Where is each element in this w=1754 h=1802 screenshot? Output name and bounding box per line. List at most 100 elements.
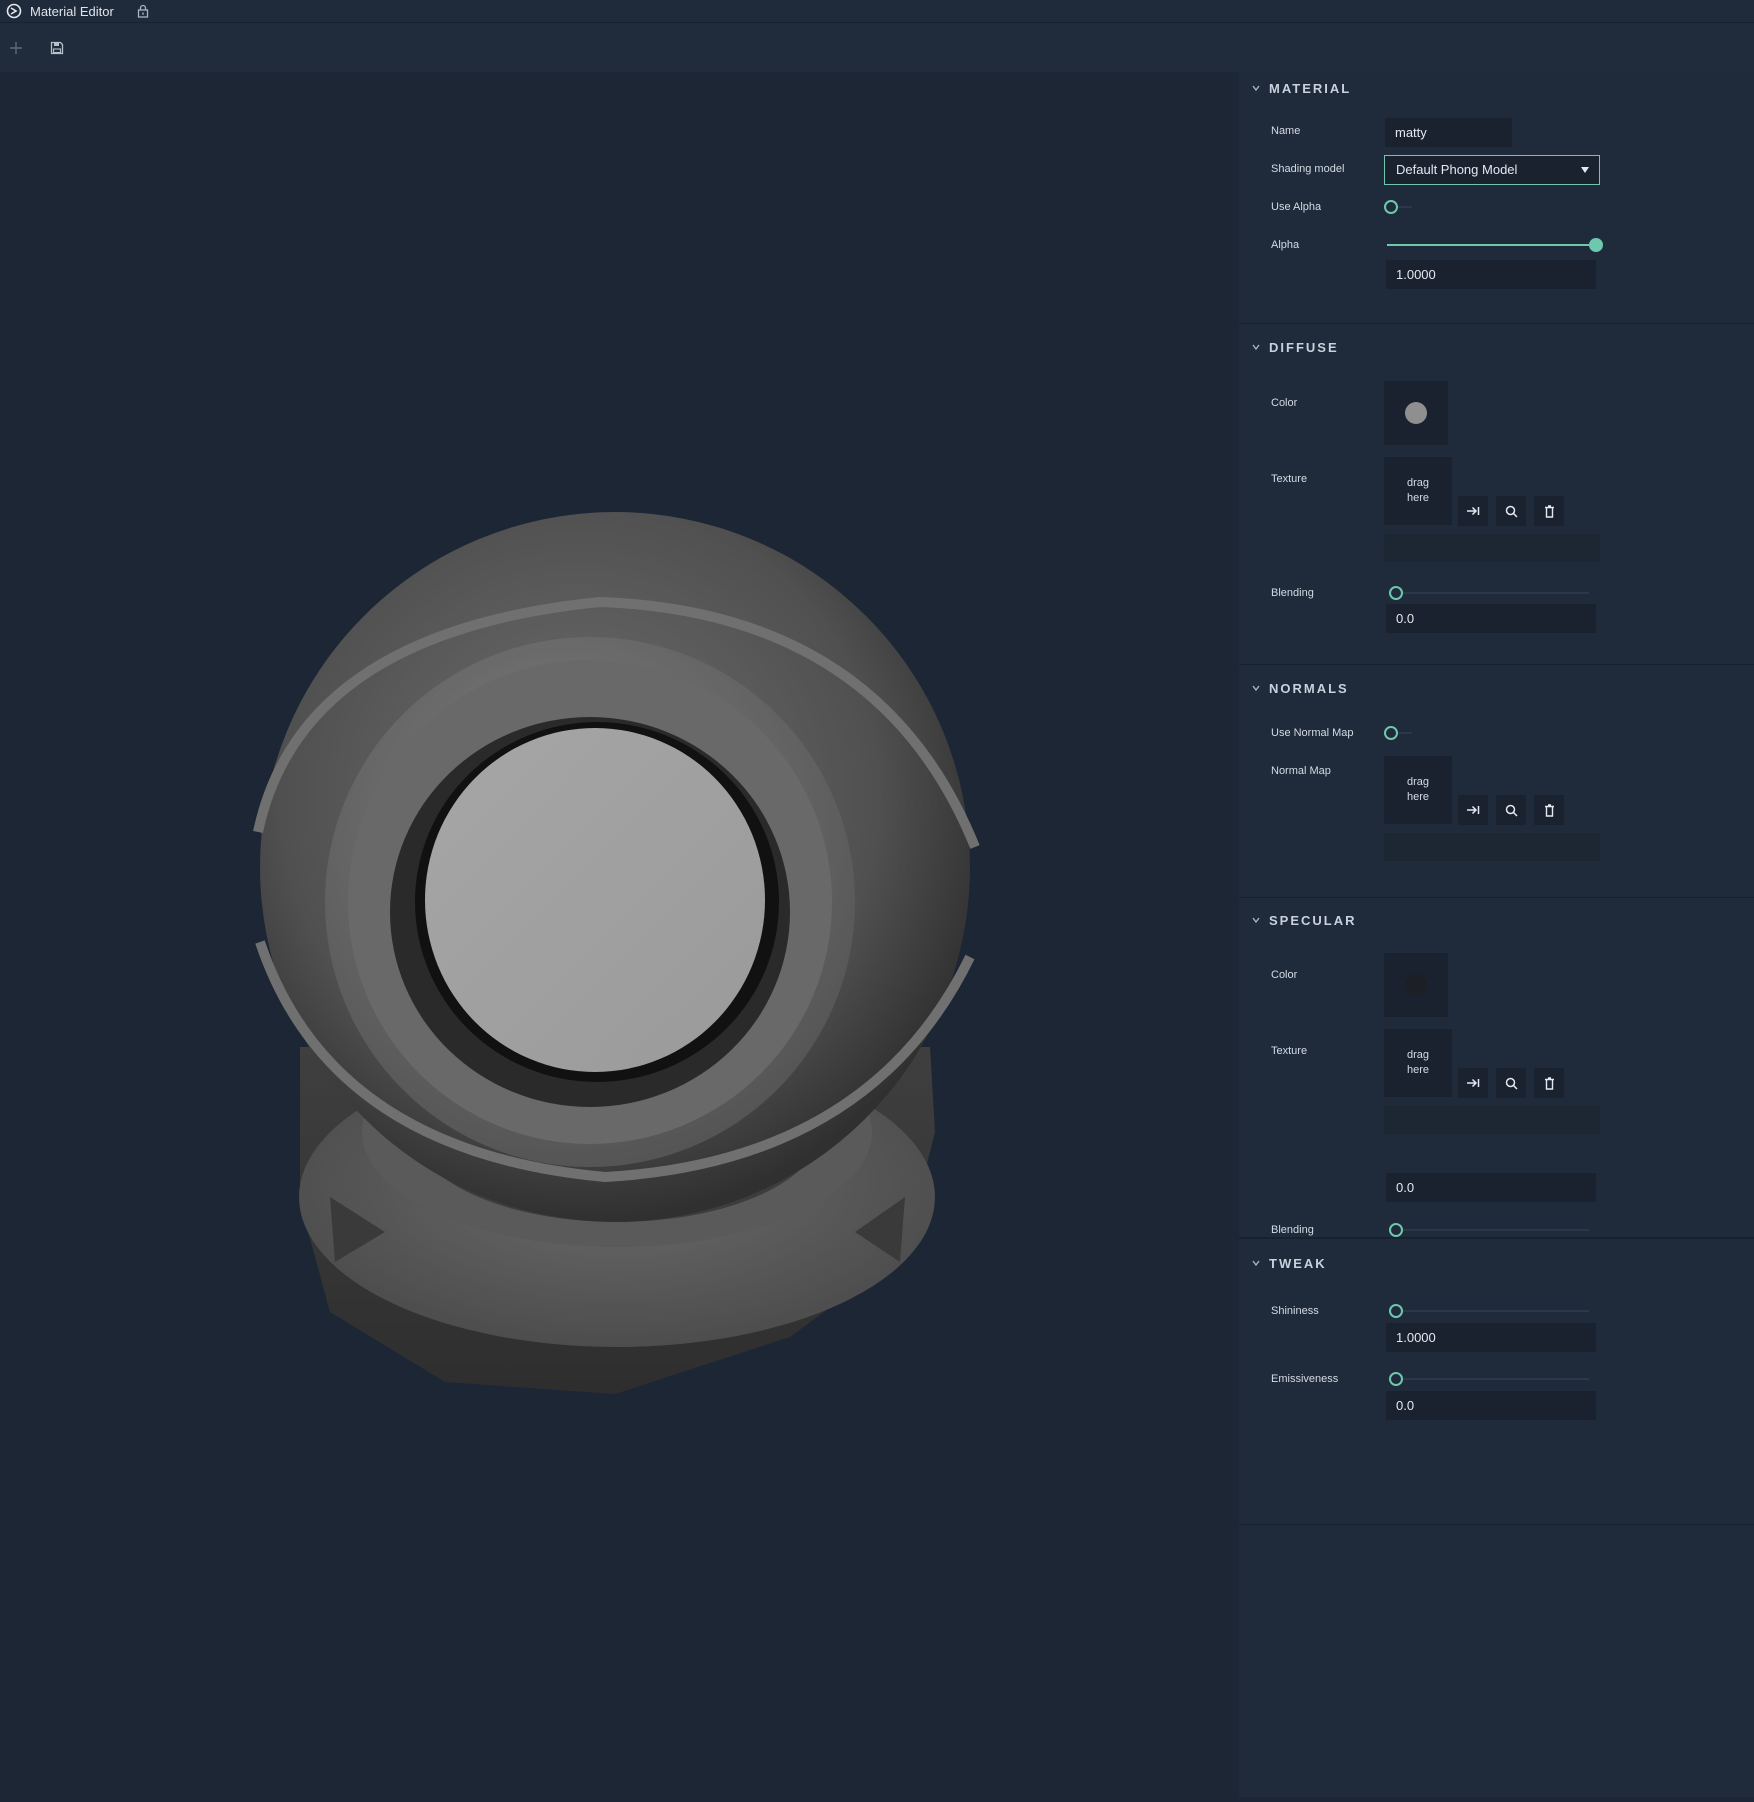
slider-thumb[interactable] <box>1389 1372 1403 1386</box>
shading-model-label: Shading model <box>1271 163 1345 175</box>
toggle-knob <box>1384 200 1398 214</box>
name-label: Name <box>1271 125 1301 137</box>
app-logo-icon <box>6 3 22 19</box>
normal-map-dropzone[interactable]: drag here <box>1384 756 1452 824</box>
diffuse-section-header[interactable]: DIFFUSE <box>1251 333 1339 361</box>
use-alpha-label: Use Alpha <box>1271 201 1322 213</box>
assign-arrow-icon <box>1467 506 1480 516</box>
specular-find-button[interactable] <box>1496 1068 1526 1098</box>
emissiveness-slider[interactable] <box>1389 1372 1589 1386</box>
dropzone-text: here <box>1406 1064 1430 1076</box>
dropzone-text: drag <box>1406 477 1430 489</box>
toggle-track <box>1398 206 1412 208</box>
specular-blending-slider[interactable] <box>1389 1223 1589 1237</box>
dropzone-text: drag <box>1406 776 1430 788</box>
diffuse-section: DIFFUSE Color Texture drag here Blending… <box>1239 324 1754 665</box>
save-button[interactable] <box>46 37 68 59</box>
trash-icon <box>1544 504 1554 518</box>
slider-fill <box>1387 244 1589 246</box>
specular-assign-button[interactable] <box>1458 1068 1488 1098</box>
diffuse-blending-slider[interactable] <box>1389 586 1589 600</box>
diffuse-color-label: Color <box>1271 397 1298 409</box>
caret-down-icon <box>1581 167 1589 173</box>
dropzone-text: drag <box>1406 1049 1430 1061</box>
dropzone-text: here <box>1406 492 1430 504</box>
emissiveness-input[interactable]: 0.0 <box>1386 1391 1596 1420</box>
diffuse-clear-button[interactable] <box>1534 496 1564 526</box>
specular-texture-path <box>1384 1106 1600 1134</box>
alpha-value-input[interactable]: 1.0000 <box>1386 260 1596 289</box>
dropzone-text: here <box>1406 791 1430 803</box>
diffuse-texture-label: Texture <box>1271 473 1308 485</box>
slider-thumb[interactable] <box>1589 238 1603 252</box>
specular-texture-label: Texture <box>1271 1045 1308 1057</box>
tweak-section-header[interactable]: TWEAK <box>1251 1249 1327 1277</box>
chevron-down-icon <box>1252 344 1260 351</box>
slider-rail <box>1389 592 1589 594</box>
shininess-slider[interactable] <box>1389 1304 1589 1318</box>
diffuse-color-dot <box>1405 402 1427 424</box>
chevron-down-icon <box>1252 917 1260 924</box>
save-icon <box>50 41 64 55</box>
specular-blending-label: Blending <box>1271 1224 1314 1236</box>
title-bar: Material Editor <box>0 0 1754 22</box>
diffuse-find-button[interactable] <box>1496 496 1526 526</box>
section-title: MATERIAL <box>1269 80 1352 96</box>
normals-section: NORMALS Use Normal Map Normal Map drag h… <box>1239 665 1754 898</box>
diffuse-texture-dropzone[interactable]: drag here <box>1384 457 1452 525</box>
shading-model-select[interactable]: Default Phong Model <box>1384 155 1600 185</box>
add-button[interactable] <box>5 37 27 59</box>
shininess-label: Shininess <box>1271 1305 1319 1317</box>
slider-rail <box>1389 1378 1589 1380</box>
trash-icon <box>1544 803 1554 817</box>
section-title: DIFFUSE <box>1269 339 1339 355</box>
diffuse-texture-path <box>1384 534 1600 562</box>
normal-map-find-button[interactable] <box>1496 795 1526 825</box>
specular-clear-button[interactable] <box>1534 1068 1564 1098</box>
shininess-input[interactable]: 1.0000 <box>1386 1323 1596 1352</box>
specular-color-label: Color <box>1271 969 1298 981</box>
search-icon <box>1505 505 1518 518</box>
chevron-down-icon <box>1252 685 1260 692</box>
section-title: NORMALS <box>1269 680 1349 696</box>
assign-arrow-icon <box>1467 1078 1480 1088</box>
alpha-slider[interactable] <box>1387 238 1603 252</box>
properties-panel: MATERIAL Name matty Shading model Defaul… <box>1239 72 1754 1797</box>
specular-blending-input[interactable]: 0.0 <box>1386 1173 1596 1202</box>
specular-section-header[interactable]: SPECULAR <box>1251 906 1357 934</box>
use-alpha-toggle[interactable] <box>1384 200 1414 214</box>
use-normal-map-toggle[interactable] <box>1384 726 1414 740</box>
specular-color-swatch[interactable] <box>1384 953 1448 1017</box>
slider-rail <box>1389 1229 1589 1231</box>
window-title: Material Editor <box>30 3 114 19</box>
slider-thumb[interactable] <box>1389 1304 1403 1318</box>
normal-map-assign-button[interactable] <box>1458 795 1488 825</box>
chevron-down-icon <box>1252 85 1260 92</box>
diffuse-blending-input[interactable]: 0.0 <box>1386 604 1596 633</box>
material-preview-viewport[interactable] <box>0 72 1239 1797</box>
name-input[interactable]: matty <box>1385 118 1512 147</box>
toolbar <box>0 22 1754 72</box>
plus-icon <box>10 42 22 54</box>
diffuse-color-swatch[interactable] <box>1384 381 1448 445</box>
normal-map-clear-button[interactable] <box>1534 795 1564 825</box>
lock-icon[interactable] <box>136 4 150 18</box>
chevron-down-icon <box>1252 1260 1260 1267</box>
normals-section-header[interactable]: NORMALS <box>1251 674 1349 702</box>
diffuse-assign-button[interactable] <box>1458 496 1488 526</box>
material-section-header[interactable]: MATERIAL <box>1251 74 1351 102</box>
normal-map-path <box>1384 833 1600 861</box>
slider-thumb[interactable] <box>1389 586 1403 600</box>
emissiveness-label: Emissiveness <box>1271 1373 1339 1385</box>
slider-thumb[interactable] <box>1389 1223 1403 1237</box>
specular-texture-dropzone[interactable]: drag here <box>1384 1029 1452 1097</box>
specular-color-dot <box>1405 974 1427 996</box>
slider-rail <box>1389 1310 1589 1312</box>
shading-model-value: Default Phong Model <box>1396 162 1518 177</box>
toggle-track <box>1398 732 1412 734</box>
section-title: TWEAK <box>1269 1255 1327 1271</box>
section-title: SPECULAR <box>1269 912 1357 928</box>
diffuse-blending-label: Blending <box>1271 587 1314 599</box>
toggle-knob <box>1384 726 1398 740</box>
trash-icon <box>1544 1076 1554 1090</box>
